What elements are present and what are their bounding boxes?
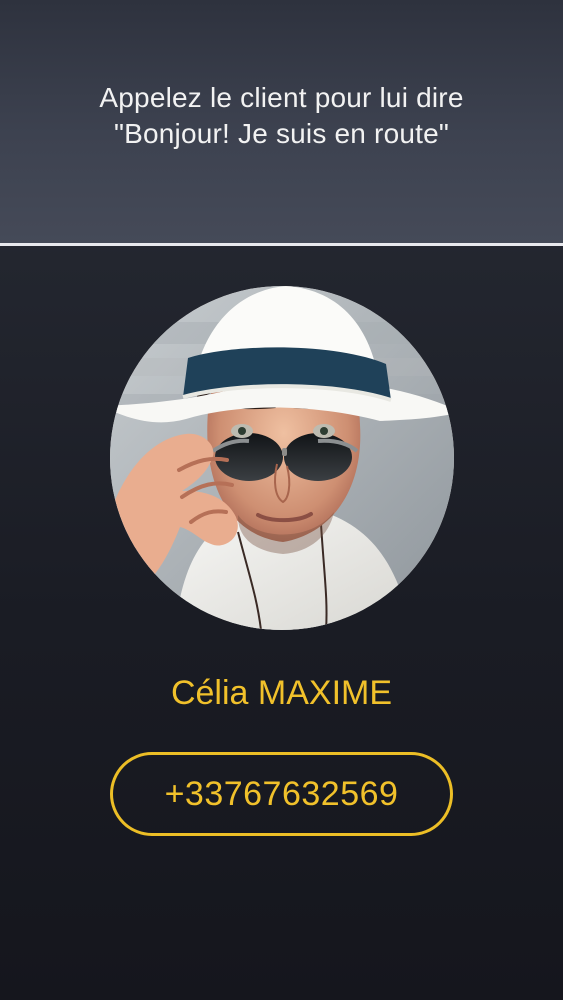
phone-number: +33767632569 xyxy=(164,774,399,813)
instruction-header: Appelez le client pour lui dire "Bonjour… xyxy=(0,0,563,244)
client-name: Célia MAXIME xyxy=(170,674,393,712)
call-instruction-text: Appelez le client pour lui dire "Bonjour… xyxy=(99,82,464,149)
client-avatar xyxy=(110,286,454,630)
header-divider xyxy=(0,243,563,246)
client-photo xyxy=(110,286,454,630)
call-client-screen: Appelez le client pour lui dire "Bonjour… xyxy=(0,0,563,1000)
call-phone-button[interactable]: +33767632569 xyxy=(110,752,453,836)
